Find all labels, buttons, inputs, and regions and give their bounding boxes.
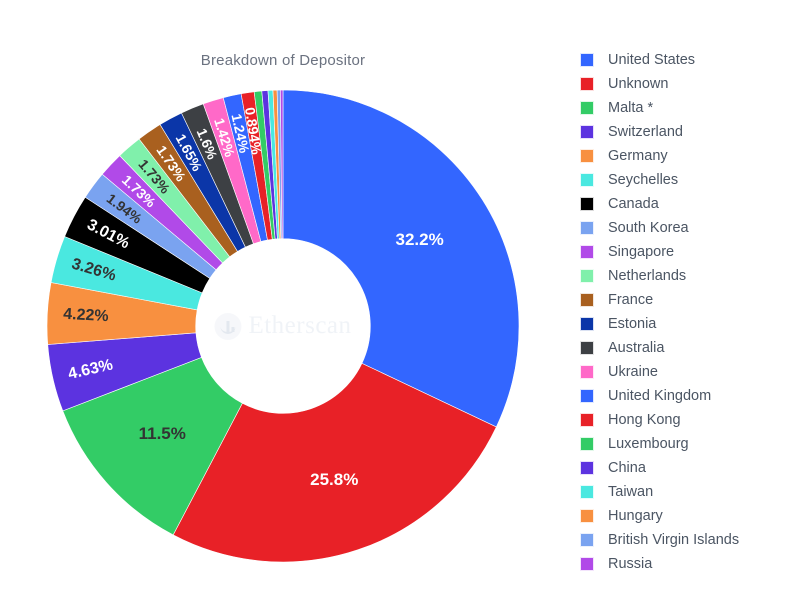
legend-swatch-icon bbox=[580, 485, 594, 499]
legend-item-label: United States bbox=[608, 51, 696, 68]
legend-swatch-icon bbox=[580, 461, 594, 475]
legend-item-label: Estonia bbox=[608, 315, 657, 332]
legend-swatch-icon bbox=[580, 221, 594, 235]
legend-swatch-icon bbox=[580, 173, 594, 187]
legend-item[interactable]: United States bbox=[580, 48, 800, 72]
chart-title: Breakdown of Depositor bbox=[200, 52, 366, 69]
legend-swatch-icon bbox=[580, 509, 594, 523]
legend-item[interactable]: Luxembourg bbox=[580, 432, 800, 456]
legend-item-label: Luxembourg bbox=[608, 435, 689, 452]
legend-swatch-icon bbox=[580, 437, 594, 451]
legend-item-label: United Kingdom bbox=[608, 387, 712, 404]
legend-item-label: Canada bbox=[608, 195, 659, 212]
pie-slice-label: 11.5% bbox=[139, 424, 186, 443]
pie-slice-label: 32.2% bbox=[395, 230, 443, 249]
legend-item[interactable]: Taiwan bbox=[580, 480, 800, 504]
legend-item[interactable]: Malta * bbox=[580, 96, 800, 120]
legend-swatch-icon bbox=[580, 317, 594, 331]
legend-item-label: France bbox=[608, 291, 654, 308]
legend-item-label: China bbox=[608, 459, 646, 476]
legend-swatch-icon bbox=[580, 365, 594, 379]
legend-swatch-icon bbox=[580, 341, 594, 355]
legend-item[interactable]: Canada bbox=[580, 192, 800, 216]
legend-item[interactable]: Russia bbox=[580, 552, 800, 576]
legend-item[interactable]: Netherlands bbox=[580, 264, 800, 288]
donut-chart-panel: Breakdown of Depositor 32.2% 25.8% 11.5% 4.… bbox=[0, 0, 566, 610]
legend-swatch-icon bbox=[580, 557, 594, 571]
donut-svg: 32.2%25.8%11.5%4.63%4.22%3.26%3.01%1.94%… bbox=[46, 89, 520, 563]
legend-item[interactable]: Singapore bbox=[580, 240, 800, 264]
legend-swatch-icon bbox=[580, 533, 594, 547]
legend-item-label: Netherlands bbox=[608, 267, 687, 284]
legend-swatch-icon bbox=[580, 77, 594, 91]
legend-item[interactable]: Switzerland bbox=[580, 120, 800, 144]
legend-item-label: Singapore bbox=[608, 243, 675, 260]
chart-legend[interactable]: United States Unknown Malta * Switzerland Ge… bbox=[580, 48, 800, 576]
legend-swatch-icon bbox=[580, 197, 594, 211]
legend-item-label: Germany bbox=[608, 147, 668, 164]
pie-slice-label: 4.22% bbox=[63, 306, 109, 325]
legend-item[interactable]: South Korea bbox=[580, 216, 800, 240]
legend-swatch-icon bbox=[580, 293, 594, 307]
legend-item-label: Unknown bbox=[608, 75, 669, 92]
legend-swatch-icon bbox=[580, 101, 594, 115]
legend-item-label: British Virgin Islands bbox=[608, 531, 740, 548]
legend-item[interactable]: Estonia bbox=[580, 312, 800, 336]
legend-item-label: Seychelles bbox=[608, 171, 679, 188]
legend-swatch-icon bbox=[580, 269, 594, 283]
legend-item-label: South Korea bbox=[608, 219, 689, 236]
legend-item-label: Malta * bbox=[608, 99, 654, 116]
legend-swatch-icon bbox=[580, 125, 594, 139]
legend-item[interactable]: Australia bbox=[580, 336, 800, 360]
legend-item[interactable]: Ukraine bbox=[580, 360, 800, 384]
legend-item[interactable]: United Kingdom bbox=[580, 384, 800, 408]
legend-item-label: Australia bbox=[608, 339, 665, 356]
legend-item[interactable]: France bbox=[580, 288, 800, 312]
pie-slices[interactable] bbox=[46, 89, 520, 563]
legend-swatch-icon bbox=[580, 413, 594, 427]
legend-item-label: Switzerland bbox=[608, 123, 683, 140]
legend-swatch-icon bbox=[580, 53, 594, 67]
legend-item-label: Hong Kong bbox=[608, 411, 681, 428]
legend-item-label: Ukraine bbox=[608, 363, 658, 380]
pie-slice[interactable] bbox=[282, 89, 520, 428]
legend-swatch-icon bbox=[580, 245, 594, 259]
pie-slice-label: 25.8% bbox=[310, 470, 358, 489]
legend-item-label: Hungary bbox=[608, 507, 663, 524]
legend-item[interactable]: Unknown bbox=[580, 72, 800, 96]
legend-item[interactable]: British Virgin Islands bbox=[580, 528, 800, 552]
legend-item[interactable]: Hungary bbox=[580, 504, 800, 528]
legend-item[interactable]: Seychelles bbox=[580, 168, 800, 192]
donut-chart[interactable]: 32.2% 25.8% 11.5% 4.63% 4.22% 3.26% 3.01% 1.94%… bbox=[45, 88, 521, 564]
legend-item[interactable]: Hong Kong bbox=[580, 408, 800, 432]
legend-item[interactable]: Germany bbox=[580, 144, 800, 168]
legend-item[interactable]: China bbox=[580, 456, 800, 480]
legend-swatch-icon bbox=[580, 389, 594, 403]
legend-item-label: Taiwan bbox=[608, 483, 654, 500]
legend-swatch-icon bbox=[580, 149, 594, 163]
legend-item-label: Russia bbox=[608, 555, 653, 572]
